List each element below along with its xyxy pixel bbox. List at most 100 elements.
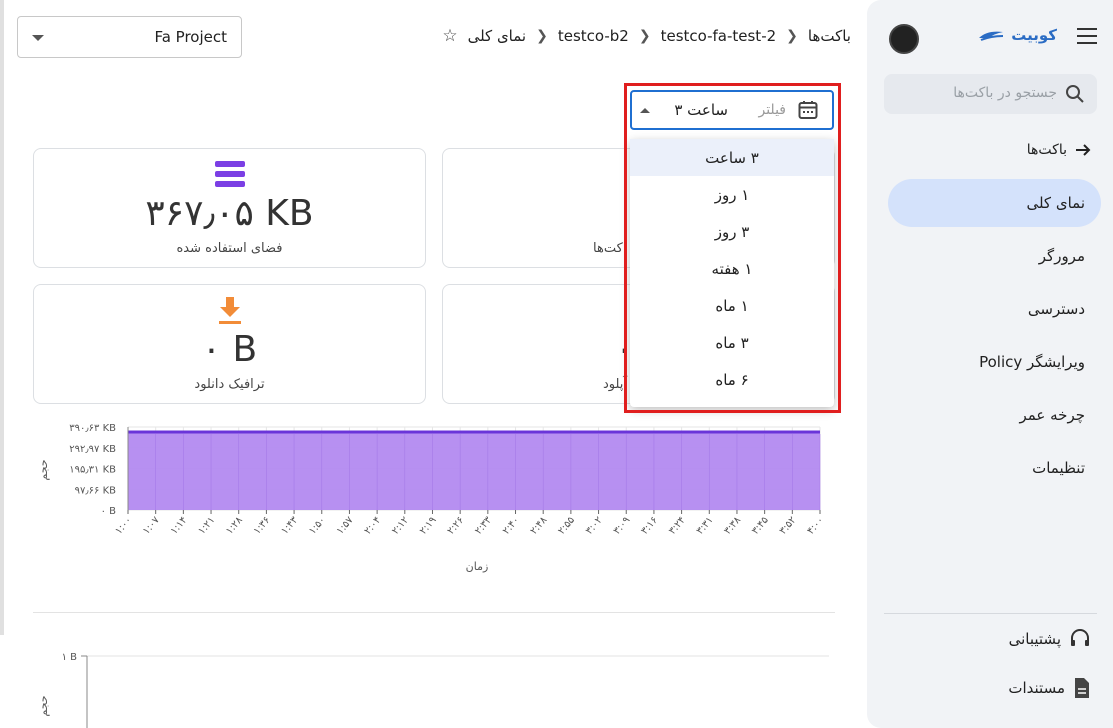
chevron-left-icon: ❯ — [786, 28, 798, 44]
support-link[interactable]: پشتیبانی — [1009, 628, 1091, 650]
x-tick-label: ۲:۱۲ — [390, 515, 411, 537]
back-label: باکت‌ها — [1026, 142, 1067, 158]
x-tick-label: ۲:۵۵ — [556, 515, 577, 537]
y-axis-label: حجم — [37, 695, 50, 716]
time-filter-menu: ۳ ساعت ۱ روز ۳ روز ۱ هفته ۱ ماه ۳ ماه ۶ … — [630, 139, 834, 407]
y-tick-label: ۳۹۰٫۶۳ KB — [69, 423, 116, 434]
back-to-buckets[interactable]: باکت‌ها — [1027, 142, 1091, 158]
filter-option-6m[interactable]: ۶ ماه — [630, 361, 834, 398]
search-icon — [1066, 85, 1084, 103]
sidebar-item-browser[interactable]: مرورگر — [888, 232, 1101, 280]
support-label: پشتیبانی — [1008, 630, 1061, 648]
sidebar-item-label: ویرایشگر Policy — [979, 353, 1085, 371]
x-tick-label: ۲:۱۹ — [418, 515, 439, 537]
download-card: ۰ B ترافیک دانلود — [33, 284, 426, 404]
top-bar: Fa Project باکت‌ها ❯ testco-fa-test-2 ❯ … — [17, 16, 851, 58]
breadcrumb-project[interactable]: testco-fa-test-2 — [661, 27, 777, 45]
chevron-left-icon: ❯ — [536, 28, 548, 44]
sidebar-item-policy-editor[interactable]: ویرایشگر Policy — [888, 338, 1101, 386]
time-filter-select[interactable]: فیلتر ۳ ساعت — [630, 90, 834, 130]
sidebar-header: کوبیت — [867, 20, 1113, 56]
document-icon — [1075, 678, 1089, 698]
headset-icon — [1071, 629, 1089, 646]
storage-card: ۳۶۷٫۰۵ KB فضای استفاده شده — [33, 148, 426, 268]
x-tick-label: ۲:۴۸ — [529, 514, 550, 536]
filter-label: فیلتر — [758, 102, 786, 118]
breadcrumb: باکت‌ها ❯ testco-fa-test-2 ❯ testco-b2 ❯… — [442, 26, 851, 46]
x-tick-label: ۱:۰۷ — [141, 514, 162, 536]
sidebar-item-label: نمای کلی — [1026, 194, 1085, 212]
chevron-left-icon: ❯ — [638, 28, 651, 44]
search-input[interactable]: جستجو در باکت‌ها — [884, 74, 1097, 114]
x-tick-label: ۳:۳۱ — [695, 515, 716, 537]
project-select[interactable]: Fa Project — [17, 16, 242, 58]
left-edge — [0, 0, 4, 635]
traffic-chart: ۱ B حجم — [37, 652, 829, 728]
y-axis-label: حجم — [37, 459, 50, 480]
sidebar-item-label: مرورگر — [1038, 247, 1085, 265]
filter-option-1m[interactable]: ۱ ماه — [630, 287, 834, 324]
y-tick-label: ۱ B — [62, 652, 78, 663]
section-divider — [33, 612, 835, 613]
x-tick-label: ۱:۱۴ — [169, 515, 190, 537]
x-tick-label: ۳:۴۵ — [750, 515, 771, 537]
search-placeholder: جستجو در باکت‌ها — [953, 85, 1057, 101]
brand-name: کوبیت — [1011, 26, 1057, 44]
x-tick-label: ۳:۲۴ — [667, 515, 688, 537]
x-tick-label: ۳:۵۲ — [778, 515, 799, 537]
filter-option-1w[interactable]: ۱ هفته — [630, 250, 834, 287]
x-tick-label: ۱:۲۸ — [224, 514, 245, 536]
storage-stack-icon — [215, 161, 245, 187]
sidebar-item-overview[interactable]: نمای کلی — [888, 179, 1101, 227]
x-tick-label: ۱:۳۶ — [252, 515, 273, 537]
brand-logo[interactable]: کوبیت — [977, 26, 1057, 44]
x-tick-label: ۳:۳۸ — [722, 514, 743, 536]
storage-label: فضای استفاده شده — [176, 241, 283, 256]
docs-link[interactable]: مستندات — [1008, 677, 1091, 699]
star-icon[interactable]: ☆ — [442, 26, 457, 46]
breadcrumb-buckets[interactable]: باکت‌ها — [808, 27, 851, 45]
chevron-down-icon — [32, 35, 44, 41]
breadcrumb-current: نمای کلی — [467, 27, 527, 45]
download-icon — [219, 297, 241, 324]
download-label: ترافیک دانلود — [194, 377, 265, 392]
sidebar-divider — [884, 613, 1097, 614]
chevron-up-icon — [640, 108, 650, 113]
x-tick-label: ۳:۰۹ — [612, 515, 633, 537]
calendar-icon — [798, 101, 818, 119]
avatar[interactable] — [889, 24, 919, 54]
breadcrumb-bucket[interactable]: testco-b2 — [558, 27, 629, 45]
filter-option-3m[interactable]: ۳ ماه — [630, 324, 834, 361]
y-tick-label: ۱۹۵٫۳۱ KB — [69, 465, 116, 476]
sidebar-item-settings[interactable]: تنظیمات — [888, 444, 1101, 492]
filter-option-3d[interactable]: ۳ روز — [630, 213, 834, 250]
x-tick-label: ۱:۵۷ — [335, 514, 356, 536]
y-tick-label: ۲۹۲٫۹۷ KB — [69, 444, 116, 455]
sidebar-item-label: چرخه عمر — [1019, 406, 1085, 424]
filter-option-1d[interactable]: ۱ روز — [630, 176, 834, 213]
filter-value: ۳ ساعت — [674, 101, 728, 119]
x-tick-label: ۱:۰۰ — [113, 515, 134, 537]
project-value: Fa Project — [154, 28, 227, 46]
x-tick-label: ۲:۳۳ — [473, 514, 494, 536]
x-tick-label: ۴:۰۰ — [805, 515, 826, 537]
x-tick-label: ۱:۴۳ — [279, 514, 300, 536]
x-tick-label: ۲:۴۰ — [501, 515, 522, 537]
x-axis-label: زمان — [466, 560, 489, 573]
arrow-right-icon — [1076, 144, 1091, 156]
storage-value: ۳۶۷٫۰۵ KB — [145, 193, 314, 234]
x-tick-label: ۲:۰۴ — [362, 515, 383, 537]
menu-icon[interactable] — [1077, 28, 1097, 44]
sidebar-item-lifecycle[interactable]: چرخه عمر — [888, 391, 1101, 439]
sidebar: کوبیت جستجو در باکت‌ها باکت‌ها نمای کلی … — [867, 0, 1113, 728]
storage-area — [128, 432, 820, 510]
filter-option-3h[interactable]: ۳ ساعت — [630, 139, 834, 176]
sidebar-item-access[interactable]: دسترسی — [888, 285, 1101, 333]
x-tick-label: ۱:۲۱ — [196, 515, 217, 537]
sidebar-item-label: تنظیمات — [1032, 459, 1085, 477]
x-tick-label: ۳:۰۲ — [584, 515, 605, 537]
x-tick-label: ۳:۱۶ — [639, 515, 660, 537]
y-tick-label: ۹۷٫۶۶ KB — [75, 485, 116, 496]
storage-chart: ۰ B ۹۷٫۶۶ KB ۱۹۵٫۳۱ KB ۲۹۲٫۹۷ KB ۳۹۰٫۶۳ KB ۱:… — [37, 423, 826, 573]
sidebar-item-label: دسترسی — [1027, 300, 1085, 318]
